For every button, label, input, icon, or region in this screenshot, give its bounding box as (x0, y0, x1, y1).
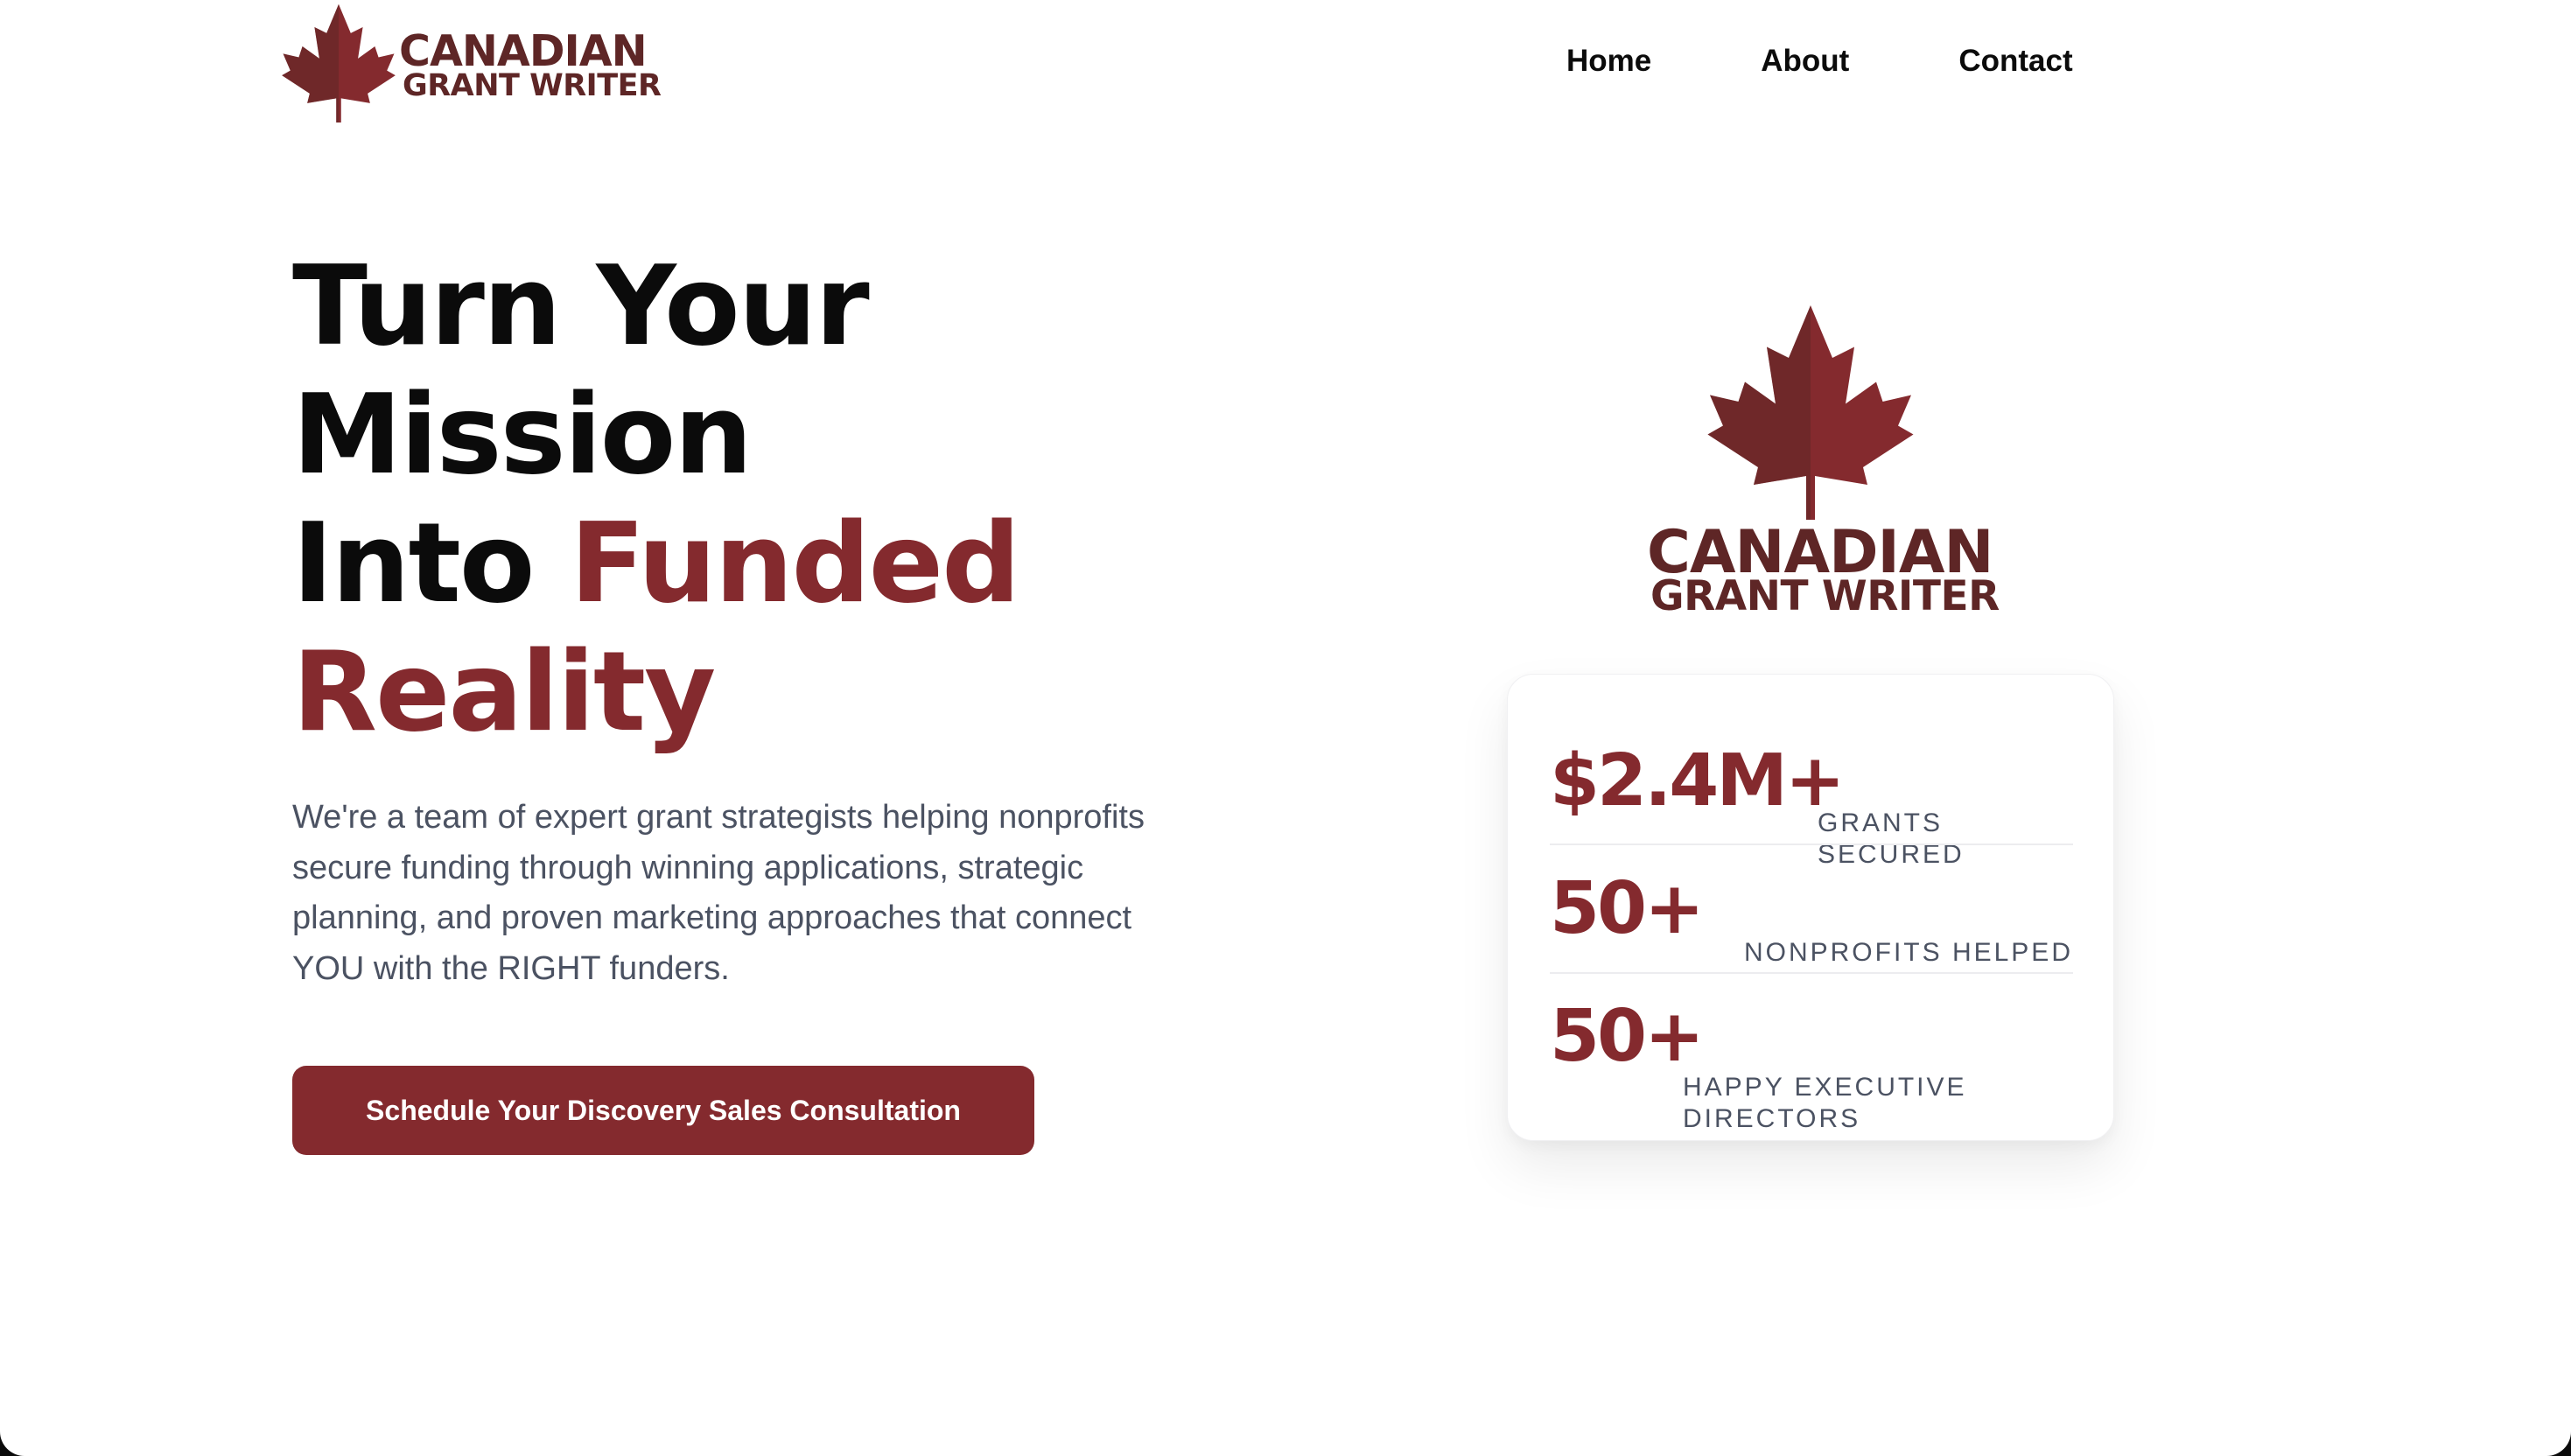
header-logo[interactable]: CANADIAN GRANT WRITER (278, 2, 662, 122)
stat-divider (1550, 972, 2073, 974)
nav-link-home[interactable]: Home (1566, 38, 1651, 84)
stats-card: $2.4M+ GRANTS SECURED 50+ NONPROFITS HEL… (1507, 674, 2114, 1141)
nav-link-about[interactable]: About (1761, 38, 1849, 84)
nav-link-contact[interactable]: Contact (1958, 38, 2072, 84)
hero-title-accent-funded: Funded (570, 499, 1020, 627)
stat-happy-directors: 50+ HAPPY EXECUTIVE DIRECTORS (1550, 986, 2073, 1133)
main-nav: Home About Contact (1566, 38, 2073, 84)
hero-title-line3-prefix: Into (292, 499, 571, 627)
hero-title-accent-reality: Reality (292, 627, 716, 756)
stat-nonprofits-helped: 50+ NONPROFITS HELPED (1550, 858, 2073, 972)
stat-divider (1550, 844, 2073, 845)
side-logo-wordmark-line2: GRANT WRITER (1650, 572, 2000, 620)
stat-grants-secured: $2.4M+ GRANTS SECURED (1550, 731, 2073, 869)
logo-wordmark-line2: GRANT WRITER (403, 68, 662, 103)
hero-title-line2: Mission (292, 370, 753, 499)
maple-leaf-icon (282, 4, 396, 122)
stat-label: HAPPY EXECUTIVE DIRECTORS (1683, 1073, 1967, 1133)
hero-title-line3: Into Funded (292, 499, 1020, 627)
maple-leaf-icon (1707, 305, 1914, 520)
schedule-consultation-button[interactable]: Schedule Your Discovery Sales Consultati… (292, 1066, 1034, 1155)
stat-value: 50+ (1550, 995, 1705, 1078)
hero-title: Turn Your Mission Into Funded Reality (292, 242, 1020, 756)
page: CANADIAN GRANT WRITER Home About Contact… (0, 0, 2571, 1456)
hero-title-line1: Turn Your (292, 242, 870, 370)
stat-value: 50+ (1550, 867, 1705, 950)
stat-value: $2.4M+ (1550, 739, 1846, 822)
side-logo: CANADIAN GRANT WRITER (1635, 301, 2000, 634)
hero-description: We're a team of expert grant strategists… (292, 799, 1145, 987)
bottom-edge (0, 1430, 2571, 1456)
stat-label: NONPROFITS HELPED (1743, 938, 2073, 967)
